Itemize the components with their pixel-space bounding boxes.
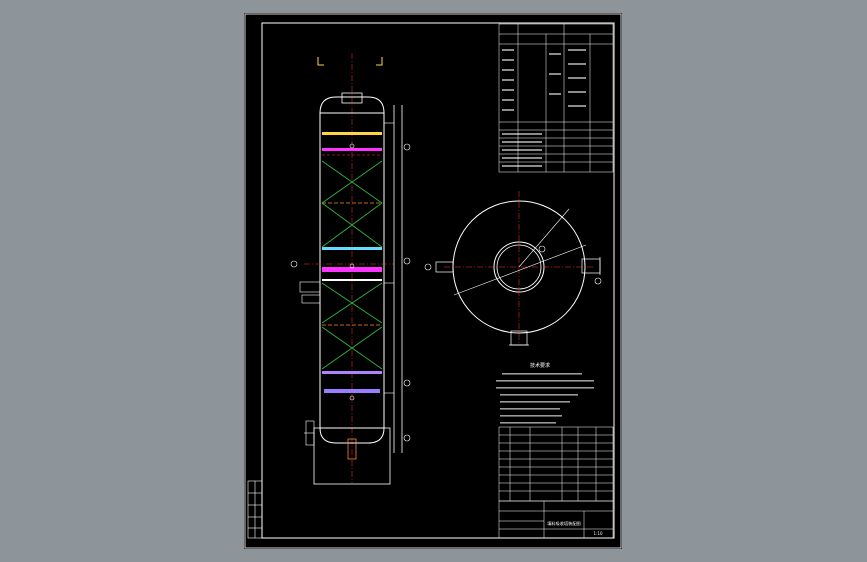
notes-heading: 技术要求 (530, 362, 550, 369)
sheet-border-outer (244, 13, 622, 549)
technical-notes: 技术要求 (496, 362, 594, 424)
tower-plan-view (424, 191, 602, 346)
sheet-border-inner (261, 22, 615, 539)
design-data-table-fill (502, 49, 586, 167)
nozzle-table (498, 426, 614, 502)
drawing-sheet: 技术要求 填料吸收塔装配图 1:10 (244, 13, 622, 549)
cad-viewport[interactable]: 技术要求 填料吸收塔装配图 1:10 (0, 0, 867, 562)
tower-elevation (290, 53, 411, 485)
title-block-name: 填料吸收塔装配图 (547, 520, 581, 527)
engineering-drawing: 技术要求 填料吸收塔装配图 1:10 (244, 13, 622, 549)
title-block-scale: 1:10 (594, 531, 603, 536)
left-margin-blocks (247, 480, 263, 539)
